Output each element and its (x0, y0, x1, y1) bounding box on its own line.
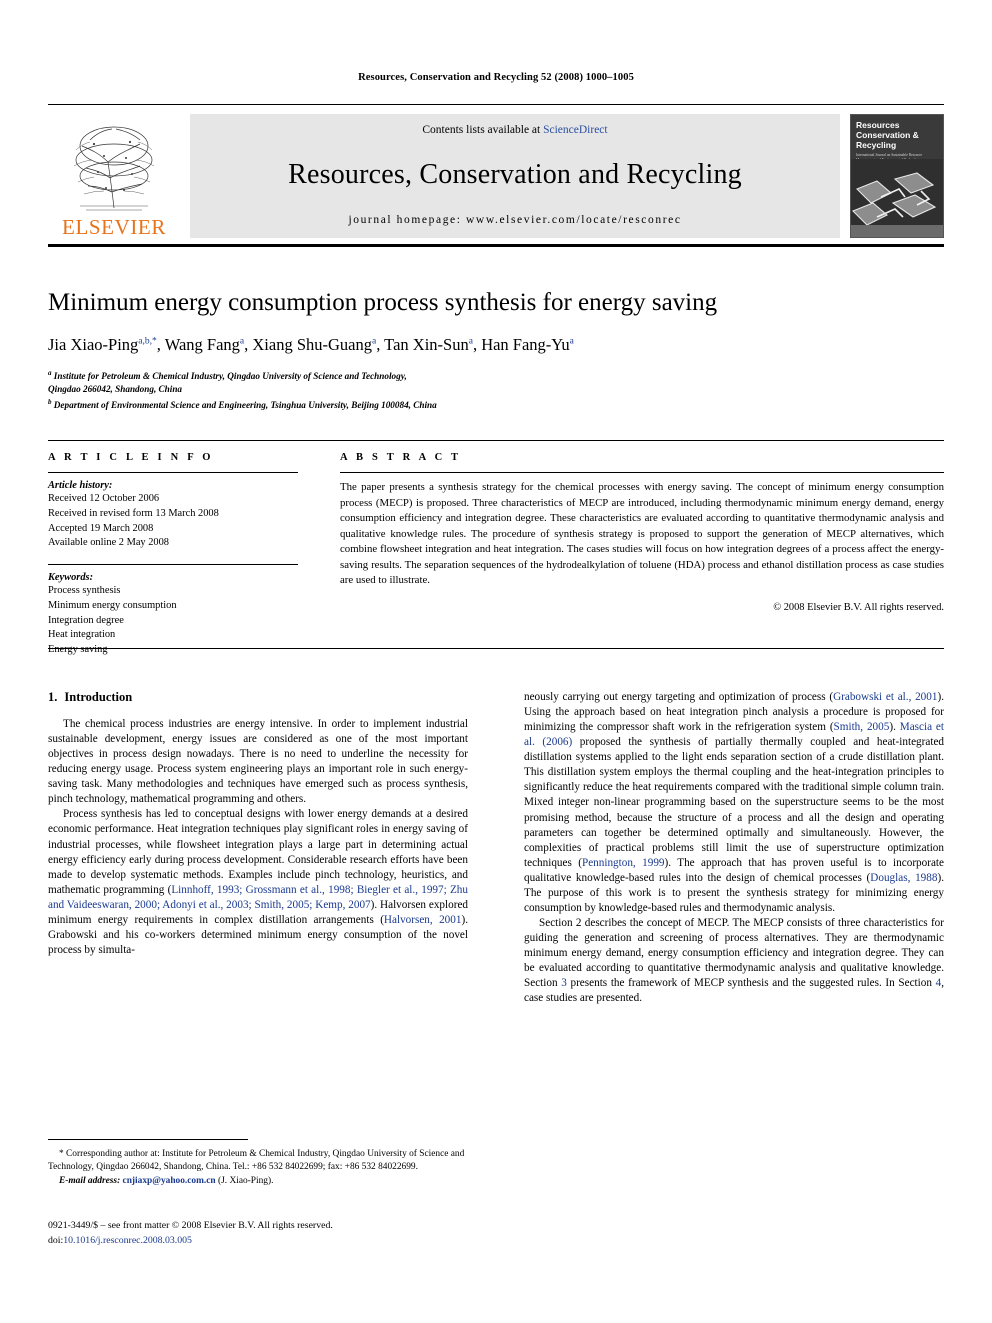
cover-title-line2: Conservation & (856, 130, 919, 141)
abstract-copyright: © 2008 Elsevier B.V. All rights reserved… (773, 601, 944, 613)
section-title: Introduction (64, 690, 133, 704)
article-history-label: Article history: (48, 480, 113, 491)
history-item: Available online 2 May 2008 (48, 537, 170, 549)
citation-link[interactable]: Pennington, 1999 (582, 857, 665, 869)
masthead-top-rule (48, 104, 944, 105)
history-item: Received 12 October 2006 (48, 493, 160, 504)
info-section-top-rule (48, 440, 944, 441)
doi-label: doi: (48, 1234, 64, 1246)
issn-front-matter: 0921-3449/$ – see front matter © 2008 El… (48, 1220, 333, 1231)
section-number: 1. (48, 690, 58, 704)
journal-cover-thumbnail: Resources Conservation & Recycling Inter… (850, 114, 944, 238)
page-title: Minimum energy consumption process synth… (48, 289, 718, 316)
citation-link[interactable]: Douglas, 1988 (870, 872, 937, 884)
corresponding-author-note: * Corresponding author at: Institute for… (48, 1149, 465, 1173)
paragraph: Process synthesis has led to conceptual … (48, 807, 468, 958)
affiliation-a: a Institute for Petroleum & Chemical Ind… (48, 368, 944, 397)
paragraph-part: presents the framework of MECP synthesis… (566, 977, 936, 990)
abstract-rule (340, 472, 944, 473)
keyword-item: Minimum energy consumption (48, 599, 177, 611)
keyword-item: Process synthesis (48, 585, 121, 597)
elsevier-logo: ELSEVIER (48, 114, 180, 238)
history-item: Received in revised form 13 March 2008 (48, 507, 219, 519)
column-gap (298, 452, 340, 658)
history-item: Accepted 19 March 2008 (48, 522, 154, 534)
body-columns: 1. Introduction The chemical process indu… (48, 690, 944, 1006)
running-head: Resources, Conservation and Recycling 52… (358, 72, 634, 83)
keyword-item: Energy saving (48, 644, 108, 656)
left-column: 1. Introduction The chemical process indu… (48, 690, 468, 1006)
author-list: Jia Xiao-Pinga,b,*, Wang Fanga, Xiang Sh… (48, 334, 574, 354)
affiliation-marker-b: b (48, 397, 52, 406)
info-abstract-row: A R T I C L E I N F O Article history: R… (48, 452, 944, 658)
paragraph-part: ). (889, 721, 900, 734)
cover-title: Resources Conservation & Recycling (851, 115, 943, 150)
footnote-block: * Corresponding author at: Institute for… (48, 1148, 468, 1188)
email-label: E-mail address: (59, 1175, 121, 1186)
doi-link[interactable]: 10.1016/j.resconrec.2008.03.005 (63, 1235, 192, 1246)
imprint-block: 0921-3449/$ – see front matter © 2008 El… (48, 1219, 478, 1248)
paragraph-part: neously carrying out energy targeting an… (524, 691, 834, 703)
masthead-center-band: Contents lists available at ScienceDirec… (190, 114, 840, 238)
paragraph: The chemical process industries are ener… (48, 718, 468, 806)
article-info-rule (48, 472, 298, 473)
keyword-item: Heat integration (48, 629, 116, 641)
keywords-block: Keywords: Process synthesis Minimum ener… (48, 564, 298, 658)
citation-link[interactable]: Grabowski et al., 2001 (833, 691, 937, 703)
right-column: neously carrying out energy targeting an… (524, 690, 944, 1006)
keyword-item: Integration degree (48, 614, 124, 626)
contents-available-line: Contents lists available at ScienceDirec… (422, 124, 607, 136)
abstract-heading: A B S T R A C T (340, 452, 462, 463)
email-suffix: (J. Xiao-Ping). (218, 1175, 274, 1186)
keywords-label: Keywords: (48, 572, 94, 584)
article-page: Resources, Conservation and Recycling 52… (0, 0, 992, 1323)
title-block: Minimum energy consumption process synth… (48, 288, 944, 412)
affiliation-marker-a: a (48, 368, 52, 377)
affiliation-a-line2: Qingdao 266042, Shandong, China (48, 384, 183, 395)
email-note: E-mail address: cnjiaxp@yahoo.com.cn (J.… (48, 1175, 468, 1188)
paragraph-part: proposed the synthesis of partially ther… (524, 736, 944, 869)
body-column-gap (468, 690, 524, 1006)
paragraph: Section 2 describes the concept of MECP.… (524, 916, 944, 1006)
info-section-bottom-rule (48, 648, 944, 649)
footnote-rule (48, 1139, 248, 1140)
cover-recycling-artwork (851, 159, 943, 237)
contents-prefix: Contents lists available at (422, 124, 544, 136)
sciencedirect-link[interactable]: ScienceDirect (543, 124, 608, 136)
cover-title-line3: Recycling (856, 140, 897, 151)
email-link[interactable]: cnjiaxp@yahoo.com.cn (123, 1176, 216, 1186)
article-info-heading: A R T I C L E I N F O (48, 452, 214, 463)
masthead-bottom-rule (48, 244, 944, 247)
journal-masthead: ELSEVIER Contents lists available at Sci… (48, 104, 944, 247)
abstract-column: A B S T R A C T The paper presents a syn… (340, 452, 944, 658)
journal-title: Resources, Conservation and Recycling (288, 159, 742, 190)
article-info-column: A R T I C L E I N F O Article history: R… (48, 452, 298, 658)
affiliation-b: b Department of Environmental Science an… (48, 397, 944, 412)
citation-link[interactable]: Halvorsen, 2001 (384, 914, 462, 926)
elsevier-tree-icon (73, 126, 155, 211)
section-heading-introduction: 1. Introduction (48, 690, 468, 705)
cover-title-line1: Resources (856, 120, 900, 130)
journal-homepage-link[interactable]: journal homepage: www.elsevier.com/locat… (348, 214, 681, 226)
affiliation-a-line1: Institute for Petroleum & Chemical Indus… (53, 371, 407, 381)
keywords-rule (48, 564, 298, 566)
affiliation-b-text: Department of Environmental Science and … (53, 399, 437, 410)
paragraph-part: Process synthesis has led to conceptual … (48, 808, 468, 896)
citation-link[interactable]: Smith, 2005 (834, 721, 890, 733)
paragraph: neously carrying out energy targeting an… (524, 690, 944, 916)
doi-line: doi:10.1016/j.resconrec.2008.03.005 (48, 1234, 478, 1249)
elsevier-wordmark: ELSEVIER (62, 215, 166, 239)
abstract-text: The paper presents a synthesis strategy … (340, 481, 944, 587)
